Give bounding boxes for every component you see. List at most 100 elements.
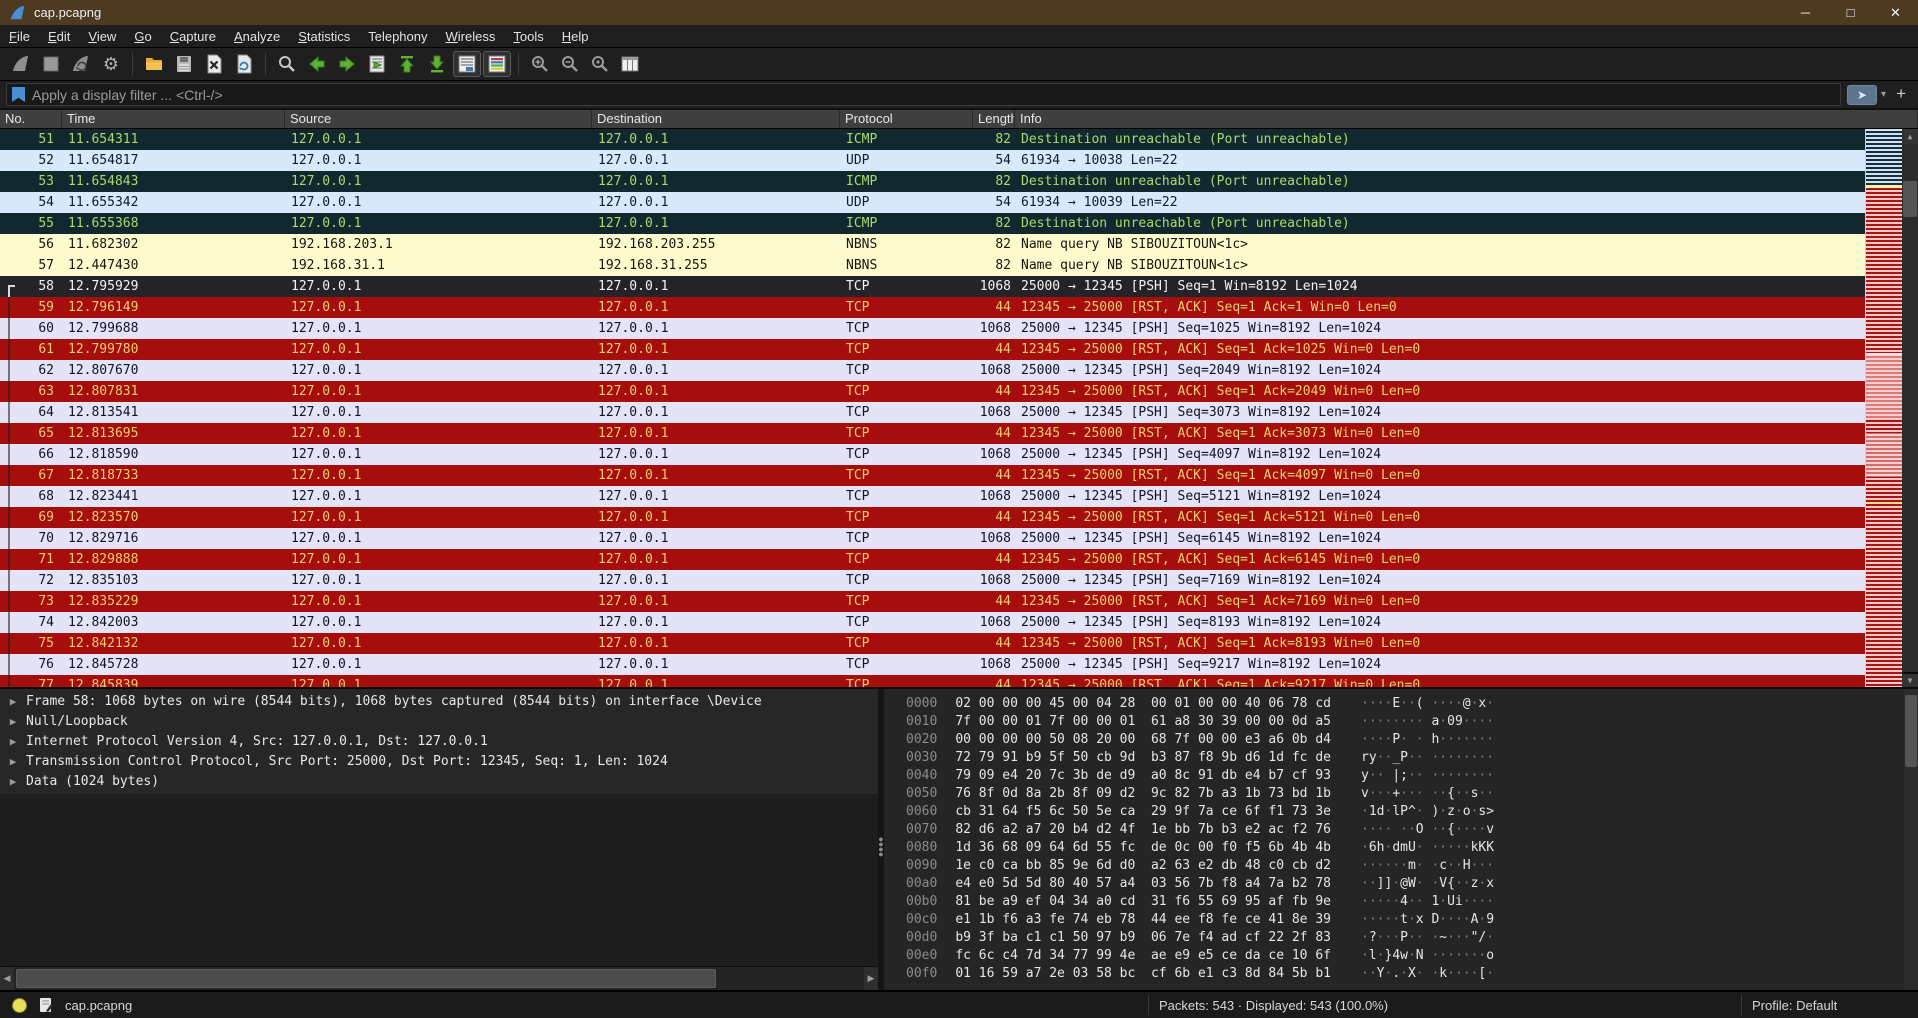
- expand-arrow-icon[interactable]: ▶: [0, 712, 26, 732]
- display-filter-field[interactable]: [6, 83, 1841, 106]
- close-button[interactable]: ✕: [1873, 0, 1918, 25]
- hex-row-00b0[interactable]: 00b081 be a9 ef 04 34 a0 cd 31 f6 55 69 …: [906, 893, 1918, 911]
- start-capture-icon[interactable]: [7, 51, 35, 77]
- hex-row-0010[interactable]: 00107f 00 00 01 7f 00 00 01 61 a8 30 39 …: [906, 713, 1918, 731]
- menu-analyze[interactable]: Analyze: [225, 26, 289, 47]
- packet-row-55[interactable]: 5511.655368127.0.0.1127.0.0.1ICMP82Desti…: [0, 213, 1865, 234]
- detail-line[interactable]: ▶Data (1024 bytes): [0, 772, 878, 792]
- minimize-button[interactable]: ─: [1783, 0, 1828, 25]
- hex-row-00e0[interactable]: 00e0fc 6c c4 7d 34 77 99 4e ae e9 e5 ce …: [906, 947, 1918, 965]
- menu-wireless[interactable]: Wireless: [437, 26, 505, 47]
- filter-dropdown-caret[interactable]: ▾: [1877, 89, 1890, 100]
- packet-row-62[interactable]: 6212.807670127.0.0.1127.0.0.1TCP10682500…: [0, 360, 1865, 381]
- menu-edit[interactable]: Edit: [39, 26, 79, 47]
- details-horizontal-scrollbar[interactable]: ◀ ▶: [0, 966, 878, 990]
- column-header-protocol[interactable]: Protocol: [840, 110, 973, 128]
- packet-row-74[interactable]: 7412.842003127.0.0.1127.0.0.1TCP10682500…: [0, 612, 1865, 633]
- detail-line[interactable]: ▶Frame 58: 1068 bytes on wire (8544 bits…: [0, 692, 878, 712]
- hex-scroll-thumb[interactable]: [1905, 695, 1917, 767]
- packet-row-64[interactable]: 6412.813541127.0.0.1127.0.0.1TCP10682500…: [0, 402, 1865, 423]
- reload-file-icon[interactable]: [230, 51, 258, 77]
- first-packet-icon[interactable]: [393, 51, 421, 77]
- zoom-reset-icon[interactable]: [586, 51, 614, 77]
- packet-row-75[interactable]: 7512.842132127.0.0.1127.0.0.1TCP4412345 …: [0, 633, 1865, 654]
- hex-row-0080[interactable]: 00801d 36 68 09 64 6d 55 fc de 0c 00 f0 …: [906, 839, 1918, 857]
- scroll-thumb[interactable]: [1903, 181, 1917, 217]
- profile-indicator[interactable]: Profile: Default: [1742, 998, 1918, 1013]
- packet-row-51[interactable]: 5111.654311127.0.0.1127.0.0.1ICMP82Desti…: [0, 129, 1865, 150]
- packet-row-66[interactable]: 6612.818590127.0.0.1127.0.0.1TCP10682500…: [0, 444, 1865, 465]
- menu-tools[interactable]: Tools: [504, 26, 552, 47]
- packet-row-69[interactable]: 6912.823570127.0.0.1127.0.0.1TCP4412345 …: [0, 507, 1865, 528]
- packet-row-63[interactable]: 6312.807831127.0.0.1127.0.0.1TCP4412345 …: [0, 381, 1865, 402]
- hex-row-00c0[interactable]: 00c0e1 1b f6 a3 fe 74 eb 78 44 ee f8 fe …: [906, 911, 1918, 929]
- packet-row-73[interactable]: 7312.835229127.0.0.1127.0.0.1TCP4412345 …: [0, 591, 1865, 612]
- menu-file[interactable]: File: [0, 26, 39, 47]
- hex-row-0070[interactable]: 007082 d6 a2 a7 20 b4 d2 4f 1e bb 7b b3 …: [906, 821, 1918, 839]
- menu-telephony[interactable]: Telephony: [359, 26, 436, 47]
- hex-row-0050[interactable]: 005076 8f 0d 8a 2b 8f 09 d2 9c 82 7b a3 …: [906, 785, 1918, 803]
- hex-vertical-scrollbar[interactable]: [1904, 689, 1918, 990]
- colorize-icon[interactable]: [483, 51, 511, 77]
- go-to-packet-icon[interactable]: [363, 51, 391, 77]
- column-header-info[interactable]: Info: [1015, 110, 1918, 128]
- zoom-out-icon[interactable]: [556, 51, 584, 77]
- filter-bookmark-icon[interactable]: [12, 87, 25, 102]
- packet-row-72[interactable]: 7212.835103127.0.0.1127.0.0.1TCP10682500…: [0, 570, 1865, 591]
- expand-arrow-icon[interactable]: ▶: [0, 772, 26, 792]
- menu-view[interactable]: View: [79, 26, 125, 47]
- hex-row-0040[interactable]: 004079 09 e4 20 7c 3b de d9 a0 8c 91 db …: [906, 767, 1918, 785]
- packet-row-56[interactable]: 5611.682302192.168.203.1192.168.203.255N…: [0, 234, 1865, 255]
- menu-capture[interactable]: Capture: [161, 26, 225, 47]
- packet-row-58[interactable]: 5812.795929127.0.0.1127.0.0.1TCP10682500…: [0, 276, 1865, 297]
- previous-packet-icon[interactable]: [303, 51, 331, 77]
- expand-arrow-icon[interactable]: ▶: [0, 752, 26, 772]
- close-file-icon[interactable]: [200, 51, 228, 77]
- hex-row-00f0[interactable]: 00f001 16 59 a7 2e 03 58 bc cf 6b e1 c3 …: [906, 965, 1918, 983]
- packet-row-68[interactable]: 6812.823441127.0.0.1127.0.0.1TCP10682500…: [0, 486, 1865, 507]
- scroll-up-arrow[interactable]: ▲: [1902, 129, 1918, 144]
- hex-row-0090[interactable]: 00901e c0 ca bb 85 9e 6d d0 a2 63 e2 db …: [906, 857, 1918, 875]
- packet-row-52[interactable]: 5211.654817127.0.0.1127.0.0.1UDP5461934 …: [0, 150, 1865, 171]
- scroll-right-arrow[interactable]: ▶: [864, 967, 878, 990]
- packet-row-77[interactable]: 7712.845839127.0.0.1127.0.0.1TCP4412345 …: [0, 675, 1865, 687]
- last-packet-icon[interactable]: [423, 51, 451, 77]
- scroll-thumb-horizontal[interactable]: [16, 969, 716, 988]
- packet-list-vertical-scrollbar[interactable]: ▲ ▼: [1902, 129, 1918, 687]
- hex-row-0060[interactable]: 0060cb 31 64 f5 6c 50 5e ca 29 9f 7a ce …: [906, 803, 1918, 821]
- column-header-no[interactable]: No.: [0, 110, 62, 128]
- next-packet-icon[interactable]: [333, 51, 361, 77]
- auto-scroll-icon[interactable]: [453, 51, 481, 77]
- find-packet-icon[interactable]: [273, 51, 301, 77]
- column-header-source[interactable]: Source: [285, 110, 592, 128]
- packet-row-60[interactable]: 6012.799688127.0.0.1127.0.0.1TCP10682500…: [0, 318, 1865, 339]
- column-header-destination[interactable]: Destination: [592, 110, 840, 128]
- packet-row-61[interactable]: 6112.799780127.0.0.1127.0.0.1TCP4412345 …: [0, 339, 1865, 360]
- hex-row-0020[interactable]: 002000 00 00 00 50 08 20 00 68 7f 00 00 …: [906, 731, 1918, 749]
- packet-row-67[interactable]: 6712.818733127.0.0.1127.0.0.1TCP4412345 …: [0, 465, 1865, 486]
- packet-row-70[interactable]: 7012.829716127.0.0.1127.0.0.1TCP10682500…: [0, 528, 1865, 549]
- packet-row-59[interactable]: 5912.796149127.0.0.1127.0.0.1TCP4412345 …: [0, 297, 1865, 318]
- open-file-icon[interactable]: [140, 51, 168, 77]
- packet-row-53[interactable]: 5311.654843127.0.0.1127.0.0.1ICMP82Desti…: [0, 171, 1865, 192]
- menu-go[interactable]: Go: [125, 26, 160, 47]
- packet-row-57[interactable]: 5712.447430192.168.31.1192.168.31.255NBN…: [0, 255, 1865, 276]
- expert-info-icon[interactable]: [12, 998, 27, 1013]
- menu-help[interactable]: Help: [553, 26, 598, 47]
- hex-row-00d0[interactable]: 00d0b9 3f ba c1 c1 50 97 b9 06 7e f4 ad …: [906, 929, 1918, 947]
- hex-row-0030[interactable]: 003072 79 91 b9 5f 50 cb 9d b3 87 f8 9b …: [906, 749, 1918, 767]
- column-header-time[interactable]: Time: [62, 110, 285, 128]
- packet-row-76[interactable]: 7612.845728127.0.0.1127.0.0.1TCP10682500…: [0, 654, 1865, 675]
- zoom-in-icon[interactable]: [526, 51, 554, 77]
- restart-capture-icon[interactable]: [67, 51, 95, 77]
- scroll-left-arrow[interactable]: ◀: [0, 967, 14, 990]
- scroll-down-arrow[interactable]: ▼: [1902, 672, 1918, 687]
- packet-minimap-scrollbar[interactable]: [1865, 129, 1902, 687]
- detail-line[interactable]: ▶Null/Loopback: [0, 712, 878, 732]
- packet-row-71[interactable]: 7112.829888127.0.0.1127.0.0.1TCP4412345 …: [0, 549, 1865, 570]
- maximize-button[interactable]: □: [1828, 0, 1873, 25]
- hex-row-0000[interactable]: 000002 00 00 00 45 00 04 28 00 01 00 00 …: [906, 695, 1918, 713]
- hex-row-00a0[interactable]: 00a0e4 e0 5d 5d 80 40 57 a4 03 56 7b f8 …: [906, 875, 1918, 893]
- capture-options-icon[interactable]: ⚙: [97, 51, 125, 77]
- menu-statistics[interactable]: Statistics: [289, 26, 359, 47]
